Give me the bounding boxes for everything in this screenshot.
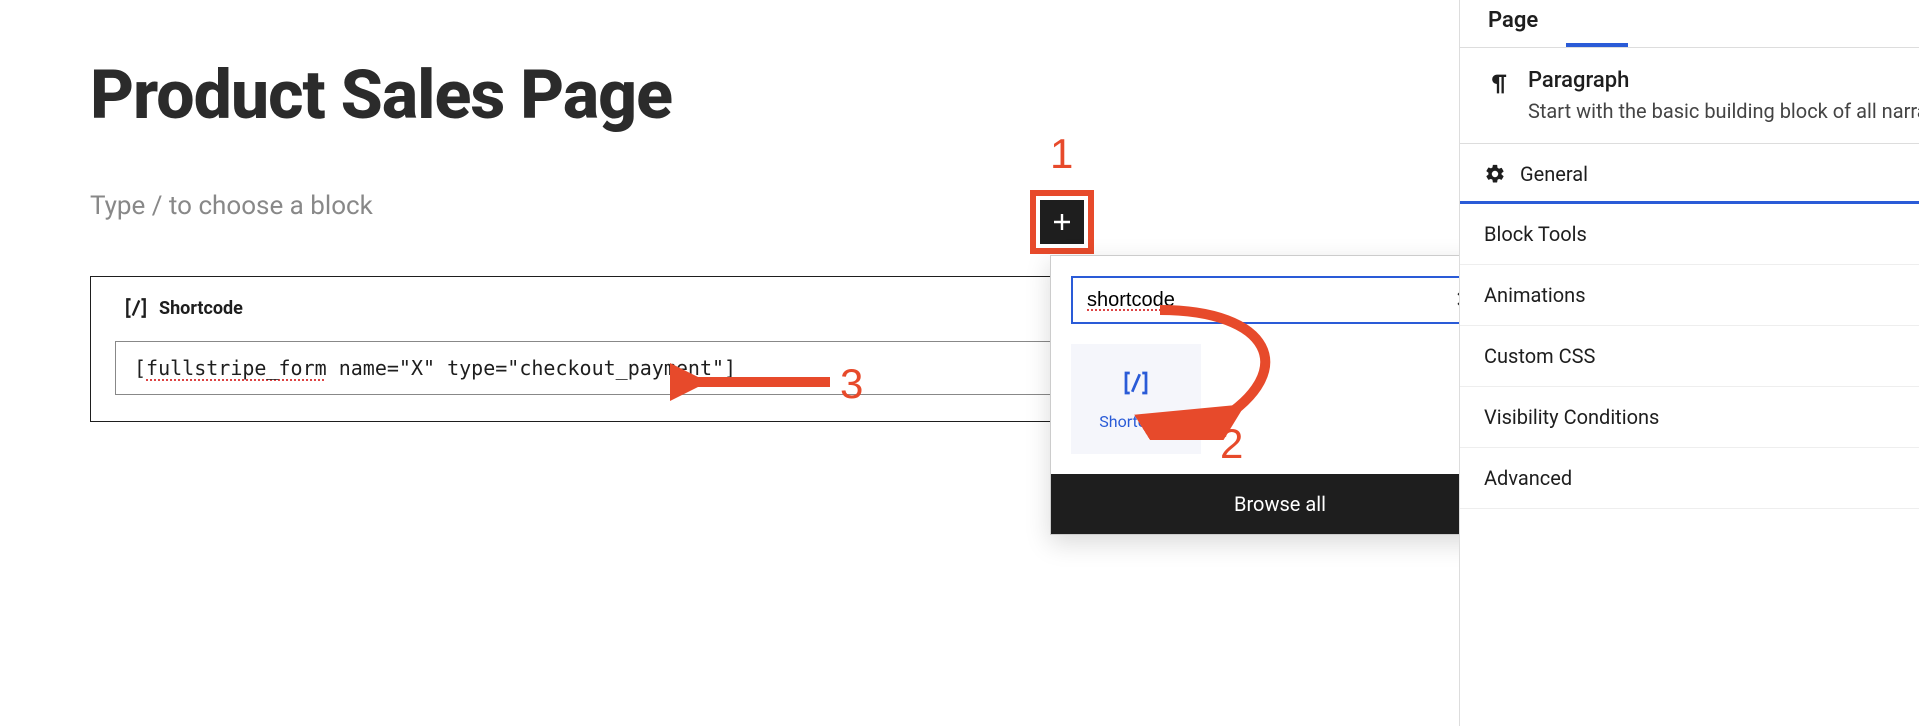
sidebar-block-name: Paragraph	[1528, 68, 1919, 93]
tab-page[interactable]: Page	[1460, 0, 1566, 47]
sidebar-panel-advanced[interactable]: Advanced	[1460, 448, 1919, 509]
sidebar-panel-label: Custom CSS	[1484, 344, 1595, 368]
inserter-search-input[interactable]	[1087, 289, 1455, 312]
sidebar-tabs: Page	[1460, 0, 1919, 48]
gear-icon	[1484, 163, 1506, 185]
sidebar-panel-label: Visibility Conditions	[1484, 405, 1659, 429]
shortcode-icon	[1121, 368, 1151, 398]
sidebar-panel-custom-css[interactable]: Custom CSS	[1460, 326, 1919, 387]
sidebar-panel-label: Block Tools	[1484, 222, 1587, 246]
inserter-search[interactable]: ✕	[1071, 276, 1489, 324]
settings-sidebar: Page Paragraph Start with the basic buil…	[1459, 0, 1919, 726]
plus-icon	[1050, 210, 1074, 234]
sidebar-panel-label: Animations	[1484, 283, 1586, 307]
shortcode-block-label: Shortcode	[159, 298, 243, 319]
add-block-button[interactable]	[1040, 200, 1084, 244]
sidebar-panel-label: Advanced	[1484, 466, 1572, 490]
sidebar-block-info: Paragraph Start with the basic building …	[1460, 48, 1919, 144]
tab-block[interactable]	[1566, 0, 1627, 47]
shortcode-text: [fullstripe_form name="X" type="checkout…	[134, 356, 736, 380]
sidebar-panel-animations[interactable]: Animations	[1460, 265, 1919, 326]
sidebar-block-desc: Start with the basic building block of a…	[1528, 99, 1919, 123]
sidebar-panel-visibility[interactable]: Visibility Conditions	[1460, 387, 1919, 448]
block-placeholder[interactable]: Type / to choose a block	[90, 191, 1090, 221]
page-title[interactable]: Product Sales Page	[90, 60, 1090, 131]
browse-all-button[interactable]: Browse all	[1051, 474, 1509, 534]
shortcode-input[interactable]: [fullstripe_form name="X" type="checkout…	[115, 341, 1065, 395]
editor-canvas: Product Sales Page Type / to choose a bl…	[90, 60, 1090, 422]
inserter-result-label: Shortcode	[1099, 412, 1173, 431]
sidebar-panel-block-tools[interactable]: Block Tools	[1460, 204, 1919, 265]
sidebar-panel-general[interactable]: General	[1460, 144, 1919, 204]
shortcode-icon	[123, 295, 149, 321]
paragraph-icon	[1484, 70, 1512, 98]
block-inserter-popover: ✕ Shortcode Browse all	[1050, 255, 1510, 535]
inserter-result-shortcode[interactable]: Shortcode	[1071, 344, 1201, 454]
sidebar-panel-label: General	[1520, 162, 1588, 186]
shortcode-block[interactable]: Shortcode [fullstripe_form name="X" type…	[90, 276, 1090, 422]
shortcode-block-header: Shortcode	[123, 295, 1065, 321]
